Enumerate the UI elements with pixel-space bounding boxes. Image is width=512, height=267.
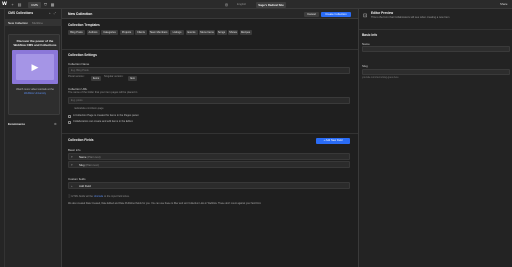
field-name: Name (Plain text) bbox=[79, 154, 101, 160]
template-chip[interactable]: Shows bbox=[228, 30, 238, 35]
collection-item-label: New Collection bbox=[8, 20, 29, 25]
checkbox-collection-page-label: A Collection Page is created for items i… bbox=[73, 114, 140, 117]
field-row[interactable]: T Slug (Plain text) bbox=[68, 161, 350, 168]
share-button[interactable]: Share bbox=[500, 2, 510, 7]
top-toolbar: W + ▤ CMS ⛉ ▦ ◎ English Sage's Radical S… bbox=[0, 0, 512, 9]
play-icon[interactable]: ▶ bbox=[30, 62, 40, 72]
template-chip[interactable]: Team Members bbox=[148, 30, 169, 35]
field-row[interactable]: + Add Field bbox=[68, 182, 350, 189]
preview-slug-input[interactable] bbox=[362, 69, 510, 75]
collection-url-help: The name of the folder that your item pa… bbox=[68, 91, 138, 94]
field-name-text: Add Field bbox=[79, 184, 91, 188]
template-chip[interactable]: Projects bbox=[119, 30, 134, 35]
editor-preview-icon: ⊡ bbox=[363, 13, 368, 19]
plus-icon: + bbox=[71, 184, 73, 188]
field-name: Slug (Plain text) bbox=[79, 162, 99, 168]
template-chip[interactable]: Authors bbox=[86, 30, 100, 35]
tab-cms[interactable]: CMS bbox=[28, 1, 41, 8]
settings-heading: Collection Settings bbox=[68, 53, 97, 57]
html-field-note: ⓘ HTML fields will be Unicode to the inp… bbox=[68, 195, 130, 199]
ecommerce-icon[interactable]: ⛉ bbox=[43, 2, 48, 7]
templates-heading: Collection Templates bbox=[68, 23, 100, 27]
basic-fields-list: T Name (Plain text) T Slug (Plain text) bbox=[68, 153, 350, 169]
promo-video[interactable]: ▶ bbox=[12, 50, 58, 84]
note-text: HTML fields will be bbox=[71, 195, 93, 198]
settings-icon[interactable]: ⚙ bbox=[54, 122, 59, 127]
collection-name-label: Collection Name bbox=[68, 62, 90, 66]
ecommerce-heading[interactable]: Ecommerce bbox=[8, 122, 38, 127]
field-name-text: Name bbox=[79, 155, 87, 159]
add-field-button[interactable]: + Add New Field bbox=[316, 138, 350, 144]
field-name-text: Slug bbox=[79, 163, 85, 167]
promo-card: Discover the power of the Webflow CMS an… bbox=[8, 34, 60, 115]
create-collection-button[interactable]: Create Collection bbox=[321, 11, 351, 17]
url-preview: radicalsite.com/item-page bbox=[74, 107, 104, 110]
field-type-text: (Plain text) bbox=[87, 155, 101, 159]
pages-icon[interactable]: ▤ bbox=[17, 2, 22, 7]
template-chip[interactable]: Blog Posts bbox=[68, 30, 85, 35]
custom-fields-heading: Custom fields bbox=[68, 177, 86, 181]
cms-collections-panel: CMS Collections + ⤢ New Collection Multi… bbox=[5, 9, 62, 267]
webflow-logo[interactable]: W bbox=[2, 2, 8, 7]
editor-preview-panel: ⊡ Editor Preview This is the form that C… bbox=[358, 9, 512, 267]
add-icon[interactable]: + bbox=[10, 2, 15, 7]
singular-input[interactable]: Item bbox=[128, 75, 137, 81]
field-name: Add Field bbox=[79, 183, 91, 189]
template-chip[interactable]: Listings bbox=[170, 30, 184, 35]
checkbox-editor-label: Collaborators can create and edit items … bbox=[73, 120, 134, 123]
form-header: New Collection Cancel Create Collection bbox=[62, 9, 358, 19]
custom-fields-list: + Add Field bbox=[68, 182, 350, 190]
template-chip[interactable]: Events bbox=[185, 30, 198, 35]
singular-label: Singular version: bbox=[104, 75, 124, 78]
field-type-text: (Plain text) bbox=[85, 163, 99, 167]
page-title: New Collection bbox=[68, 11, 93, 16]
plural-input[interactable]: Items bbox=[91, 75, 101, 81]
checkbox-collection-page[interactable] bbox=[68, 115, 71, 118]
promo-title: Discover the power of the Webflow CMS an… bbox=[13, 39, 57, 47]
assets-icon[interactable]: ▦ bbox=[50, 2, 55, 7]
template-chip[interactable]: Songs bbox=[216, 30, 227, 35]
panel-actions-icon[interactable]: + ⤢ bbox=[49, 11, 60, 16]
template-chip[interactable]: Menu Items bbox=[199, 30, 215, 35]
locale-icon[interactable]: ◎ bbox=[224, 2, 229, 7]
template-chip[interactable]: Categories bbox=[101, 30, 118, 35]
preview-slug-hint: yoursite.com/items/slug-goes-here bbox=[362, 76, 399, 79]
preview-name-input[interactable] bbox=[362, 46, 510, 52]
collection-url-input[interactable]: E.g. posts bbox=[68, 97, 350, 104]
text-field-icon: T bbox=[71, 163, 73, 167]
fields-heading: Collection Fields bbox=[68, 138, 94, 142]
promo-caption: Watch more video tutorials at the Webflo… bbox=[12, 88, 58, 100]
divider bbox=[62, 49, 358, 50]
checkbox-editor[interactable] bbox=[68, 121, 71, 124]
panel-title: CMS Collections bbox=[8, 11, 34, 15]
template-chip[interactable]: Recipes bbox=[239, 30, 252, 35]
note-suffix: to the input field sizes. bbox=[104, 195, 130, 198]
basic-info-heading: Basic info bbox=[68, 148, 81, 152]
unicode-link[interactable]: Unicode bbox=[94, 195, 104, 198]
divider bbox=[359, 29, 512, 30]
template-chip[interactable]: Clients bbox=[135, 30, 147, 35]
locale-label[interactable]: English bbox=[237, 2, 253, 7]
new-collection-form: New Collection Cancel Create Collection … bbox=[62, 9, 358, 267]
collection-name-input[interactable]: E.g. Blog Posts bbox=[68, 67, 350, 74]
university-link[interactable]: Webflow University bbox=[24, 92, 46, 95]
site-name[interactable]: Sage's Radical Site bbox=[256, 1, 286, 8]
footer-note: We also created Date Created, Date Edite… bbox=[68, 202, 262, 205]
collection-item-sub: Multiline bbox=[32, 20, 44, 25]
preview-slug-label: Slug bbox=[362, 64, 368, 68]
cancel-button[interactable]: Cancel bbox=[304, 11, 319, 17]
collection-item-new[interactable]: New Collection Multiline bbox=[5, 19, 62, 26]
text-field-icon: T bbox=[71, 155, 73, 159]
plural-label: Plural version: bbox=[68, 75, 85, 78]
preview-basic-heading: Basic Info bbox=[362, 33, 378, 37]
field-row[interactable]: T Name (Plain text) bbox=[68, 153, 350, 160]
template-list: Blog Posts Authors Categories Projects Clien… bbox=[68, 30, 353, 36]
divider bbox=[62, 133, 358, 134]
editor-preview-subtitle: This is the form that Collaborators will… bbox=[371, 16, 450, 19]
